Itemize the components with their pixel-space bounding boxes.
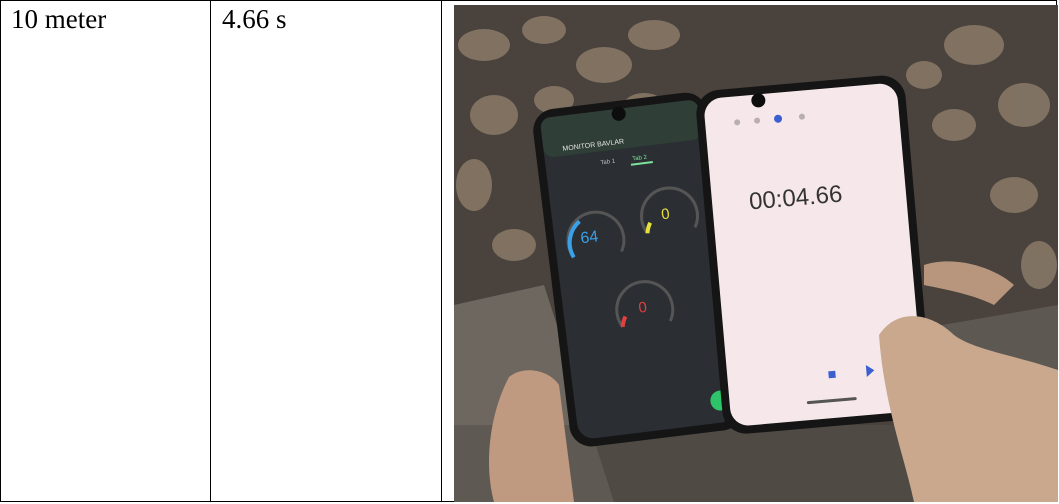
column-divider <box>210 1 211 501</box>
test-photo: MONITOR BAVLAR Tab 1 Tab 2 64 0 0 00:04.… <box>454 5 1058 502</box>
results-table: 10 meter 4.66 s MONITOR BAVLAR Tab 1 Tab… <box>0 0 1058 502</box>
stop-icon <box>828 370 836 379</box>
time-cell: 4.66 s <box>222 4 287 34</box>
gauge-value-1: 64 <box>580 228 600 247</box>
distance-cell: 10 meter <box>11 4 107 34</box>
column-divider <box>441 1 442 501</box>
